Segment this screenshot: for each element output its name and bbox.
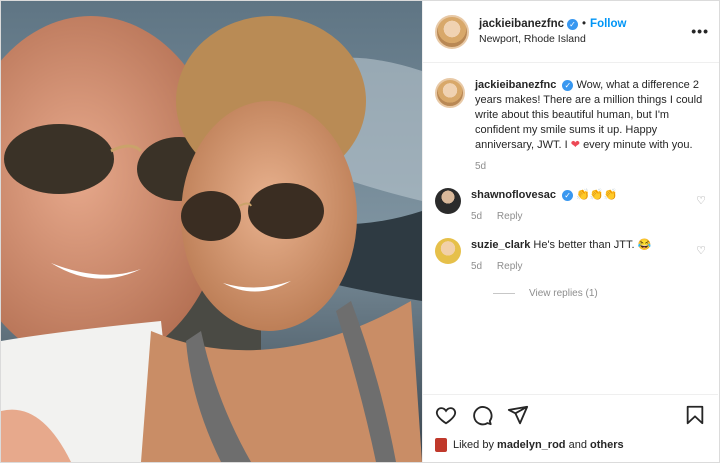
caption-avatar[interactable] [435,78,465,108]
verified-badge-icon: ✓ [567,18,579,30]
view-replies-button[interactable]: View replies (1) [493,288,706,299]
separator-dot: • [582,18,587,30]
post-header: jackieibanezfnc ✓ • Follow Newport, Rhod… [423,1,719,63]
comment-text: 👏👏👏 [576,189,618,201]
action-icons [435,403,706,427]
likes-others-link[interactable]: others [590,439,624,451]
comment-like-icon[interactable]: ♡ [696,244,706,257]
view-replies-label[interactable]: View replies (1) [529,288,598,299]
selfie-image [1,1,422,462]
comments-section: jackieibanezfnc ✓ Wow, what a difference… [423,64,718,394]
share-icon[interactable] [507,404,529,426]
comment-icon[interactable] [471,404,493,426]
replies-divider [493,293,515,294]
comment-meta: 5d Reply [471,259,651,274]
comment-like-icon[interactable]: ♡ [696,194,706,207]
bookmark-icon[interactable] [684,404,706,426]
commenter-avatar[interactable] [435,188,461,214]
likes-prefix: Liked by [453,439,494,451]
comment-text: He's better than JTT. 😂 [533,239,652,251]
comment-item: suzie_clark He's better than JTT. 😂 5d R… [435,238,706,274]
caption-meta: 5d [475,159,705,174]
comment-item: shawnoflovesac ✓ 👏👏👏 5d Reply ♡ [435,188,706,224]
author-info: jackieibanezfnc ✓ • Follow Newport, Rhod… [479,18,626,45]
verified-badge-icon: ✓ [562,80,574,91]
comment-time[interactable]: 5d [471,261,482,272]
caption-username[interactable]: jackieibanezfnc [475,79,556,91]
post-location[interactable]: Newport, Rhode Island [479,33,626,45]
post-photo[interactable] [1,1,422,462]
likes-summary: Liked by madelyn_rod and others [435,438,706,452]
commenter-avatar[interactable] [435,238,461,264]
comment-username[interactable]: suzie_clark [471,239,530,251]
reply-button[interactable]: Reply [497,211,523,222]
comment-time[interactable]: 5d [471,211,482,222]
comment-meta: 5d Reply [471,209,617,224]
liker-avatar[interactable] [435,438,447,452]
post-sidebar: jackieibanezfnc ✓ • Follow Newport, Rhod… [422,1,719,462]
author-row: jackieibanezfnc ✓ • Follow [479,18,626,30]
author-avatar[interactable] [435,14,469,49]
likes-connector: and [568,439,587,451]
post-actions: Liked by madelyn_rod and others [423,394,718,462]
instagram-post: jackieibanezfnc ✓ • Follow Newport, Rhod… [0,0,720,463]
more-options-icon[interactable]: ••• [691,23,709,39]
caption-time[interactable]: 5d [475,161,486,172]
heart-icon[interactable] [435,404,457,426]
verified-badge-icon: ✓ [562,190,574,201]
caption-text-end: every minute with you. [583,139,693,151]
author-username[interactable]: jackieibanezfnc [479,18,564,30]
caption: jackieibanezfnc ✓ Wow, what a difference… [435,78,706,174]
heart-emoji-icon: ❤ [570,139,580,151]
comment-username[interactable]: shawnoflovesac [471,189,556,201]
reply-button[interactable]: Reply [497,261,523,272]
liker-username[interactable]: madelyn_rod [497,439,565,451]
follow-button[interactable]: Follow [590,18,626,30]
